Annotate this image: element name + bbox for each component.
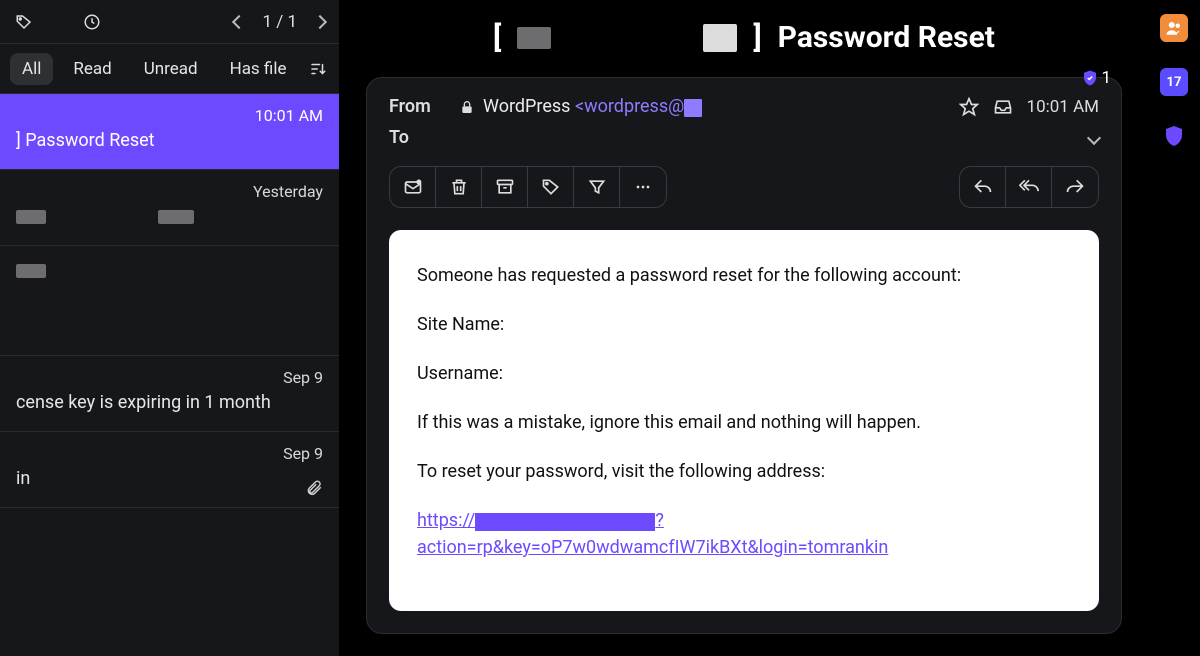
mail-row-time: Sep 9 (283, 444, 323, 463)
mark-unread-button[interactable] (390, 167, 436, 207)
mail-row-subject (16, 260, 323, 281)
forward-button[interactable] (1052, 167, 1098, 207)
message-card: 1 From WordPress <wordpress@ 10:01 AM To (366, 77, 1122, 634)
from-name: WordPress (483, 96, 570, 117)
sort-icon[interactable] (307, 58, 329, 80)
reply-all-button[interactable] (1006, 167, 1052, 207)
bracket-icon: [ (493, 20, 501, 55)
pager-label: 1 / 1 (262, 12, 297, 32)
reset-link[interactable]: https://? action=rp&key=oP7w0wdwamcfIW7i… (417, 510, 888, 558)
mail-row-subject: in (16, 468, 323, 489)
mail-row[interactable] (0, 508, 339, 578)
mail-list: 10:01 AM ] Password Reset Yesterday Sep … (0, 94, 339, 656)
calendar-icon[interactable]: 17 (1160, 68, 1188, 96)
pager: 1 / 1 (234, 12, 325, 32)
tag-icon[interactable] (14, 12, 34, 32)
mail-row[interactable] (0, 246, 339, 356)
body-paragraph: Username: (417, 360, 1071, 387)
list-top-bar: 1 / 1 (0, 0, 339, 44)
pager-next[interactable] (315, 12, 325, 31)
mail-row-time: 10:01 AM (255, 106, 323, 125)
body-paragraph: Site Name: (417, 311, 1071, 338)
mail-row-subject (16, 206, 323, 227)
pager-prev[interactable] (234, 12, 244, 31)
clock-icon[interactable] (82, 12, 102, 32)
chevron-down-icon[interactable] (1089, 127, 1099, 148)
star-icon[interactable] (959, 97, 979, 117)
mail-row[interactable]: Yesterday (0, 170, 339, 246)
from-address: <wordpress@ (575, 96, 702, 117)
message-toolbar (389, 166, 1099, 208)
mail-row-subject: ] Password Reset (16, 130, 323, 151)
filter-unread[interactable]: Unread (132, 53, 210, 85)
filter-bar: All Read Unread Has file (0, 44, 339, 94)
shield-icon[interactable] (1160, 122, 1188, 150)
message-time: 10:01 AM (1027, 97, 1099, 117)
mail-row[interactable]: 10:01 AM ] Password Reset (0, 94, 339, 170)
attachment-icon (305, 479, 323, 497)
label-button[interactable] (528, 167, 574, 207)
verified-count: 1 (1101, 68, 1111, 88)
message-list-column: 1 / 1 All Read Unread Has file 10:01 AM … (0, 0, 340, 656)
body-paragraph: If this was a mistake, ignore this email… (417, 409, 1071, 436)
redacted-block (703, 24, 737, 52)
archive-button[interactable] (482, 167, 528, 207)
message-title: [ ] Password Reset (366, 20, 1122, 55)
lock-icon (459, 99, 475, 115)
reply-button[interactable] (960, 167, 1006, 207)
body-paragraph: Someone has requested a password reset f… (417, 262, 1071, 289)
more-button[interactable] (620, 167, 666, 207)
filter-all[interactable]: All (10, 53, 53, 85)
contacts-icon[interactable] (1160, 14, 1188, 42)
body-paragraph: To reset your password, visit the follow… (417, 458, 1071, 485)
from-line: From WordPress <wordpress@ 10:01 AM (389, 96, 1099, 117)
message-body: Someone has requested a password reset f… (389, 230, 1099, 611)
filter-button[interactable] (574, 167, 620, 207)
filter-has-file[interactable]: Has file (218, 53, 299, 85)
mail-row-time: Yesterday (253, 182, 323, 201)
mail-row[interactable]: Sep 9 cense key is expiring in 1 month (0, 356, 339, 432)
tool-group-left (389, 166, 667, 208)
from-label: From (389, 96, 459, 117)
inbox-icon[interactable] (993, 97, 1013, 117)
right-rail: 17 (1148, 0, 1200, 656)
mail-row-time: Sep 9 (283, 368, 323, 387)
trash-button[interactable] (436, 167, 482, 207)
to-line[interactable]: To (389, 127, 1099, 148)
mail-row[interactable]: Sep 9 in (0, 432, 339, 508)
mail-row-subject: cense key is expiring in 1 month (16, 392, 323, 413)
message-title-text: Password Reset (778, 20, 995, 55)
filter-read[interactable]: Read (61, 53, 123, 85)
verified-badge: 1 (1081, 68, 1111, 88)
tool-group-right (959, 166, 1099, 208)
reading-pane: [ ] Password Reset 1 From WordPress <wor… (340, 0, 1148, 656)
to-label: To (389, 127, 459, 148)
